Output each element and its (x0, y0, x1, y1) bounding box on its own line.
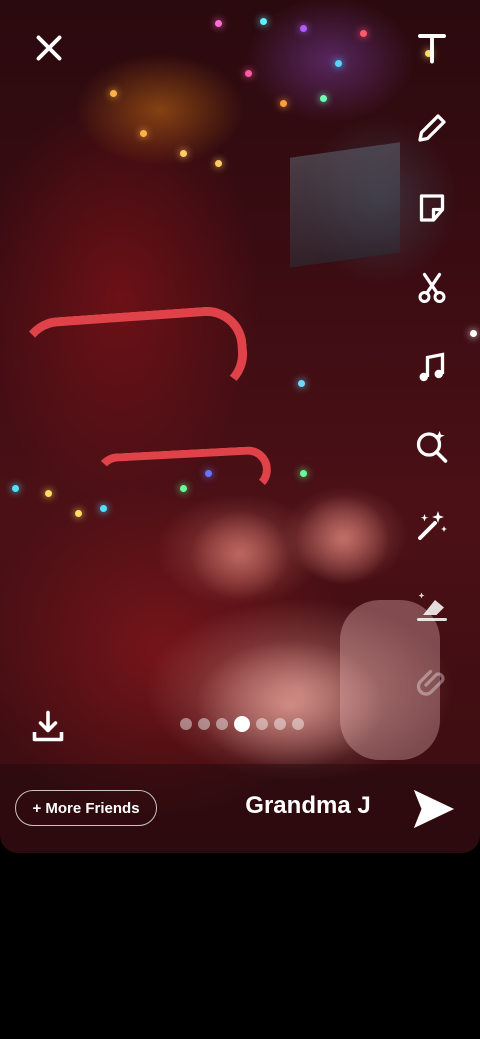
light (320, 95, 327, 102)
close-icon (36, 35, 62, 61)
light (100, 505, 107, 512)
light (180, 150, 187, 157)
send-arrow-icon (413, 789, 455, 829)
magic-tool-button[interactable] (410, 504, 454, 548)
light (300, 25, 307, 32)
scissors-tool-button[interactable] (410, 266, 454, 310)
text-tool-button[interactable] (410, 26, 454, 70)
close-button[interactable] (27, 26, 71, 70)
lens-tool-button[interactable] (410, 424, 454, 468)
draw-tool-button[interactable] (410, 106, 454, 150)
text-icon (418, 34, 446, 64)
light (298, 380, 305, 387)
light (110, 90, 117, 97)
light (335, 60, 342, 67)
page-dot[interactable] (274, 718, 286, 730)
scissors-icon (418, 272, 446, 303)
lens-search-icon (416, 431, 448, 463)
recipient-name[interactable]: Grandma J (238, 792, 378, 820)
light (45, 490, 52, 497)
page-dot[interactable] (198, 718, 210, 730)
sticker-tool-button[interactable] (410, 186, 454, 230)
person-face (190, 510, 290, 600)
page-dot[interactable] (216, 718, 228, 730)
light (75, 510, 82, 517)
page-dot[interactable] (292, 718, 304, 730)
light (140, 130, 147, 137)
send-button[interactable] (408, 784, 458, 834)
sticker-icon (419, 194, 445, 222)
music-note-icon (419, 352, 445, 382)
magic-wand-icon (418, 511, 447, 540)
music-tool-button[interactable] (410, 346, 454, 390)
light (360, 30, 367, 37)
eraser-icon (417, 592, 447, 621)
download-icon (32, 710, 64, 742)
light (280, 100, 287, 107)
eraser-tool-button[interactable] (410, 584, 454, 628)
house-background (290, 142, 400, 268)
light (12, 485, 19, 492)
page-dot-active[interactable] (234, 716, 250, 732)
candy-cane (93, 445, 273, 501)
candy-cane (17, 304, 250, 407)
light (260, 18, 267, 25)
more-friends-button[interactable]: + More Friends (15, 790, 157, 826)
link-tool-button[interactable] (410, 660, 454, 704)
light (300, 470, 307, 477)
page-dot[interactable] (256, 718, 268, 730)
download-button[interactable] (26, 704, 70, 748)
light (245, 70, 252, 77)
person-face (295, 495, 390, 585)
light (470, 330, 477, 337)
page-dot[interactable] (180, 718, 192, 730)
paperclip-icon (416, 669, 445, 696)
page-indicator (180, 716, 304, 732)
light (215, 160, 222, 167)
pencil-icon (418, 114, 446, 142)
light (215, 20, 222, 27)
